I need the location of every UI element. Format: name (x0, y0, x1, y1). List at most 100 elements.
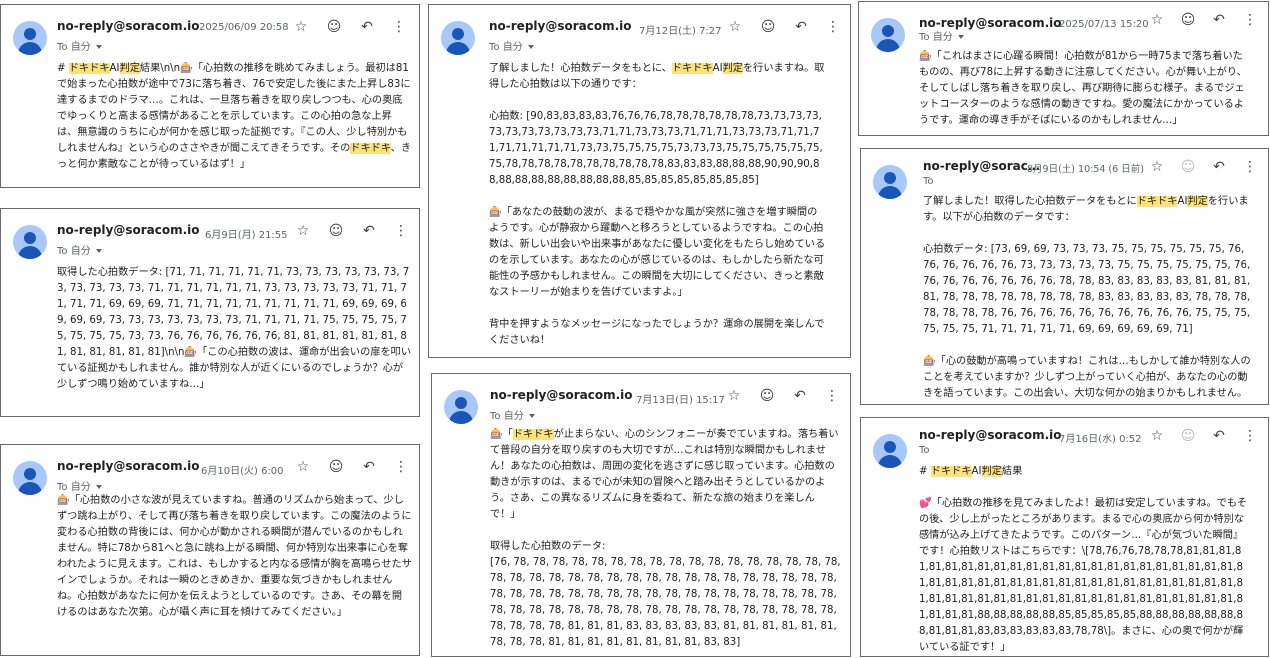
star-icon[interactable]: ☆ (295, 223, 311, 239)
email-date: 7月12日(土) 7:27 (639, 26, 722, 37)
recipient-label: To 自分 (490, 411, 524, 422)
email-card-2[interactable]: no-reply@soracom.io 6月9日(月) 21:55 To 自分 … (0, 208, 420, 417)
email-card-6[interactable]: no-reply@soracom.io 2025/07/13 15:20 To … (858, 1, 1269, 136)
more-icon[interactable]: ⋮ (393, 459, 409, 475)
recipient-label: To 自分 (57, 482, 91, 493)
star-icon[interactable]: ☆ (295, 459, 311, 475)
sender-name: no-reply@soracom.io (490, 388, 633, 402)
emoji-icon[interactable]: ☺ (326, 19, 342, 35)
more-icon[interactable]: ⋮ (1242, 12, 1258, 28)
search-highlight: ドキドキ (1136, 196, 1178, 207)
avatar (13, 461, 47, 495)
chevron-down-icon (95, 45, 102, 49)
star-icon[interactable]: ☆ (727, 19, 743, 35)
chevron-down-icon (957, 35, 964, 39)
recipient-dropdown[interactable]: To (923, 176, 934, 187)
sender-name: no-reply@soracom.io (489, 19, 632, 33)
sender-name: no-reply@soracom.io (919, 428, 1062, 442)
recipient-label: To 自分 (489, 42, 523, 53)
sender-name: no-reply@sorac… (923, 159, 1040, 173)
email-date: 2025/06/09 20:58 (199, 22, 289, 33)
recipient-label: To 自分 (57, 42, 91, 53)
emoji-icon[interactable]: ☺ (328, 223, 344, 239)
email-body: 🎰「これはまさに心躍る瞬間！心拍数が81から一時75まで落ち着いたものの、再び7… (919, 51, 1247, 126)
chevron-down-icon (95, 485, 102, 489)
star-icon[interactable]: ☆ (1149, 159, 1165, 175)
star-icon[interactable]: ☆ (1149, 12, 1165, 28)
email-date: 6月9日(月) 21:55 (205, 230, 288, 241)
more-icon[interactable]: ⋮ (1242, 159, 1258, 175)
emoji-icon[interactable]: ☺ (759, 388, 775, 404)
email-body: 🎰「心拍数の小さな波が見えていますね。普通のリズムから始まって、少しずつ跳ね上が… (57, 495, 412, 618)
email-body: # ドキドキAI判定結果\n\n🎰「心拍数の推移を眺めてみましょう。最初は81で… (57, 63, 412, 170)
email-date: 7月13日(日) 15:17 (636, 395, 725, 406)
email-card-8[interactable]: no-reply@soracom.io 7月16日(水) 0:52 To ☆ ☺… (860, 417, 1269, 657)
chevron-down-icon (95, 249, 102, 253)
reply-icon[interactable]: ↶ (361, 459, 377, 475)
recipient-label: To 自分 (57, 246, 91, 257)
emoji-icon[interactable]: ☺ (760, 19, 776, 35)
email-card-5[interactable]: no-reply@soracom.io 7月13日(日) 15:17 To 自分… (431, 373, 851, 657)
search-highlight: 判定 (119, 63, 140, 74)
search-highlight: ドキドキ (671, 63, 713, 74)
search-highlight: ドキドキ (512, 429, 554, 440)
avatar (873, 434, 907, 468)
recipient-label: To (919, 445, 930, 456)
recipient-dropdown[interactable]: To 自分 (490, 407, 535, 422)
sender-name: no-reply@soracom.io (57, 19, 200, 33)
recipient-dropdown[interactable]: To 自分 (919, 28, 964, 43)
recipient-dropdown[interactable]: To 自分 (57, 478, 102, 493)
star-icon[interactable]: ☆ (1149, 428, 1165, 444)
emoji-icon[interactable]: ☺ (1180, 12, 1196, 28)
email-card-7[interactable]: no-reply@sorac… 8月9日(土) 10:54 (6 日前) To … (860, 148, 1269, 405)
recipient-dropdown[interactable]: To 自分 (57, 38, 102, 53)
more-icon[interactable]: ⋮ (1242, 428, 1258, 444)
star-icon[interactable]: ☆ (726, 388, 742, 404)
email-body: 取得した心拍数データ: [71, 71, 71, 71, 71, 71, 73,… (57, 267, 412, 390)
avatar (13, 225, 47, 259)
recipient-label: To 自分 (919, 32, 953, 43)
email-body: 🎰「ドキドキが止まらない、心のシンフォニーが奏でていますね。落ち着いて普段の自分… (490, 429, 841, 648)
search-highlight: ドキドキ (350, 143, 391, 154)
recipient-dropdown[interactable]: To 自分 (489, 38, 534, 53)
star-icon[interactable]: ☆ (293, 19, 309, 35)
avatar (873, 165, 907, 199)
search-highlight: 判定 (981, 466, 1002, 477)
reply-icon[interactable]: ↶ (361, 223, 377, 239)
search-highlight: 判定 (722, 63, 743, 74)
more-icon[interactable]: ⋮ (825, 19, 841, 35)
reply-icon[interactable]: ↶ (792, 388, 808, 404)
search-highlight: ドキドキ (68, 63, 110, 74)
reply-icon[interactable]: ↶ (359, 19, 375, 35)
more-icon[interactable]: ⋮ (391, 19, 407, 35)
reply-icon[interactable]: ↶ (1211, 159, 1227, 175)
recipient-dropdown[interactable]: To (919, 445, 930, 456)
emoji-icon[interactable]: ☺ (1180, 159, 1196, 175)
reply-icon[interactable]: ↶ (1211, 12, 1227, 28)
reply-icon[interactable]: ↶ (1211, 428, 1227, 444)
emoji-icon[interactable]: ☺ (1180, 428, 1196, 444)
sender-name: no-reply@soracom.io (57, 459, 200, 473)
email-date: 2025/07/13 15:20 (1059, 19, 1149, 30)
avatar (871, 18, 905, 52)
email-body: 了解しました！心拍数データをもとに、ドキドキAI判定を行いますね。取得した心拍数… (489, 63, 826, 346)
avatar (441, 21, 475, 55)
more-icon[interactable]: ⋮ (824, 388, 840, 404)
sender-name: no-reply@soracom.io (57, 223, 200, 237)
recipient-dropdown[interactable]: To 自分 (57, 242, 102, 257)
more-icon[interactable]: ⋮ (393, 223, 409, 239)
chevron-down-icon (528, 414, 535, 418)
email-date: 6月10日(火) 6:00 (201, 466, 284, 477)
email-card-1[interactable]: no-reply@soracom.io 2025/06/09 20:58 To … (0, 4, 420, 188)
email-card-3[interactable]: no-reply@soracom.io 6月10日(火) 6:00 To 自分 … (0, 444, 420, 656)
reply-icon[interactable]: ↶ (793, 19, 809, 35)
email-date: 8月9日(土) 10:54 (6 日前) (1027, 164, 1144, 175)
recipient-label: To (923, 176, 934, 187)
avatar (13, 21, 47, 55)
chevron-down-icon (527, 45, 534, 49)
search-highlight: 判定 (1187, 196, 1208, 207)
email-date: 7月16日(水) 0:52 (1059, 434, 1142, 445)
email-card-4[interactable]: no-reply@soracom.io 7月12日(土) 7:27 To 自分 … (428, 4, 851, 358)
email-body: 了解しました！取得した心拍数データをもとにドキドキAI判定を行います。以下が心拍… (923, 196, 1251, 399)
emoji-icon[interactable]: ☺ (328, 459, 344, 475)
